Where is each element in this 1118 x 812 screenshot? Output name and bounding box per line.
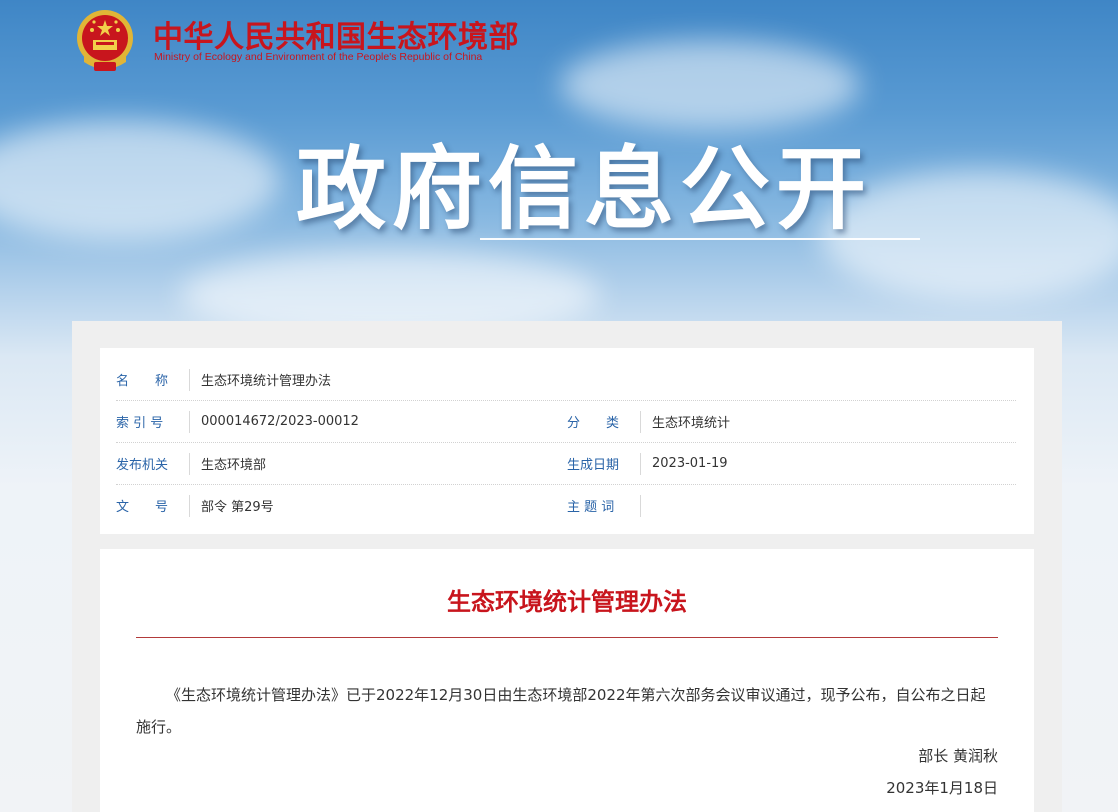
issuer-value: 生态环境部 — [201, 457, 267, 473]
category-label: 分 类 — [567, 415, 620, 431]
signature-date: 2023年1月18日 — [886, 779, 998, 797]
date-label: 生成日期 — [567, 457, 620, 473]
document-title: 生态环境统计管理办法 — [447, 588, 687, 616]
docno-label: 文 号 — [116, 499, 169, 515]
topic-label: 主 题 词 — [567, 499, 615, 515]
signature: 部长 黄润秋 — [918, 747, 998, 765]
title-divider — [136, 637, 998, 638]
ministry-name-en[interactable]: Ministry of Ecology and Environment of t… — [154, 51, 482, 63]
issuer-label: 发布机关 — [116, 457, 169, 473]
divider — [189, 495, 190, 517]
document-card: 生态环境统计管理办法 《生态环境统计管理办法》已于2022年12月30日由生态环… — [100, 549, 1034, 812]
meta-row-name: 名 称 生态环境统计管理办法 — [116, 358, 1016, 401]
metadata-card: 名 称 生态环境统计管理办法 索 引 号 000014672/2023-0001… — [100, 348, 1034, 534]
divider — [640, 495, 641, 517]
divider — [640, 453, 641, 475]
meta-row-docno: 文 号 部令 第29号 主 题 词 — [116, 484, 1016, 526]
national-emblem-icon[interactable] — [72, 8, 138, 76]
name-label: 名 称 — [116, 373, 169, 389]
meta-row-index: 索 引 号 000014672/2023-00012 分 类 生态环境统计 — [116, 400, 1016, 443]
divider — [189, 453, 190, 475]
category-value: 生态环境统计 — [652, 415, 731, 431]
date-value: 2023-01-19 — [652, 455, 728, 471]
ministry-name-cn[interactable]: 中华人民共和国生态环境部 — [153, 12, 519, 56]
document-body: 《生态环境统计管理办法》已于2022年12月30日由生态环境部2022年第六次部… — [136, 686, 986, 736]
name-value: 生态环境统计管理办法 — [201, 373, 332, 389]
index-label: 索 引 号 — [116, 415, 164, 431]
divider — [640, 411, 641, 433]
divider — [189, 411, 190, 433]
docno-value: 部令 第29号 — [201, 499, 274, 515]
meta-row-issuer: 发布机关 生态环境部 生成日期 2023-01-19 — [116, 442, 1016, 485]
banner-title: 政府信息公开 — [296, 137, 872, 242]
divider — [189, 369, 190, 391]
sky-cloud — [0, 120, 280, 240]
banner-divider — [480, 238, 920, 240]
index-value: 000014672/2023-00012 — [201, 413, 359, 429]
